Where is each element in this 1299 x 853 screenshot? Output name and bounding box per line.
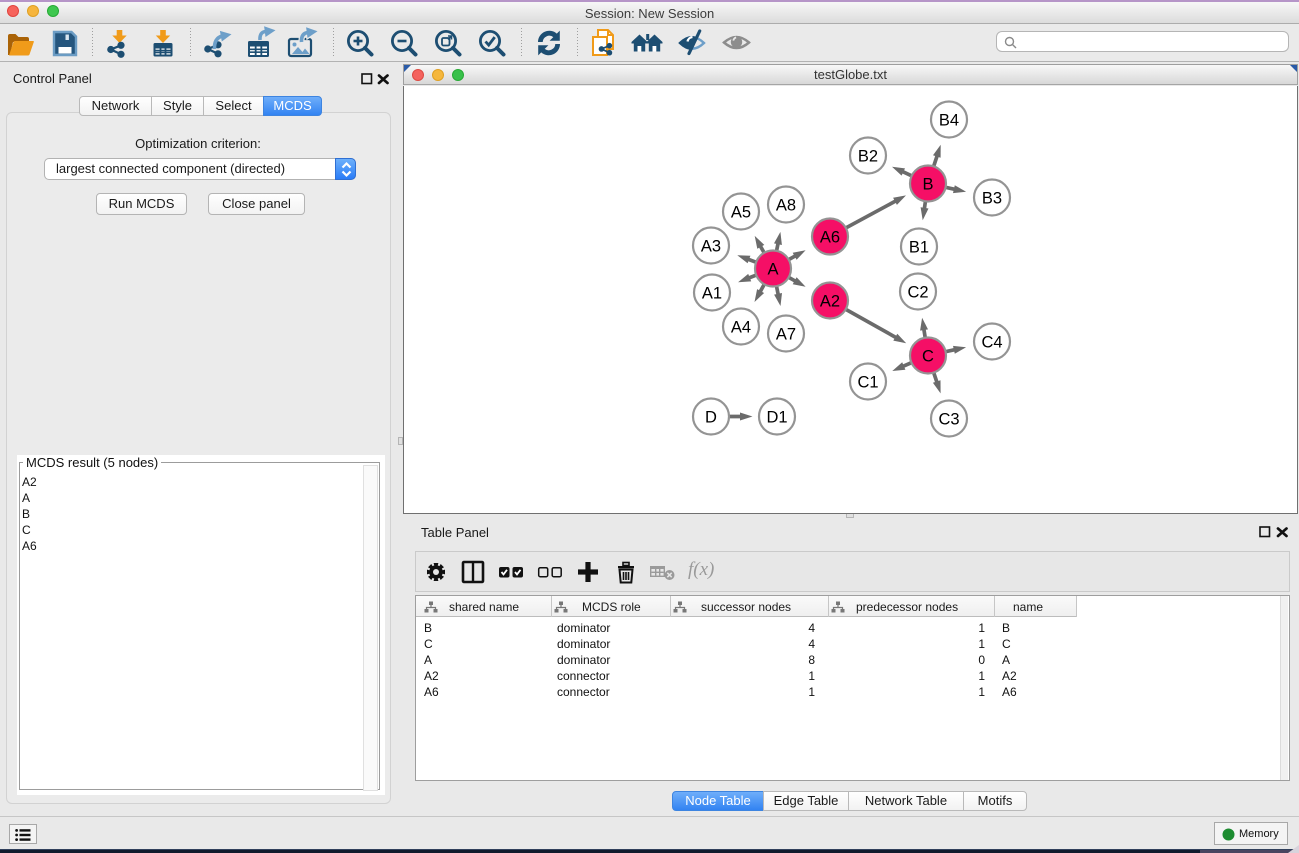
svg-text:C3: C3 (938, 411, 959, 429)
svg-text:A1: A1 (702, 285, 722, 303)
svg-text:A4: A4 (731, 319, 751, 337)
svg-text:C4: C4 (981, 334, 1002, 352)
svg-text:C2: C2 (907, 284, 928, 302)
svg-text:B: B (922, 176, 933, 194)
svg-text:B3: B3 (982, 190, 1002, 208)
svg-text:A8: A8 (776, 197, 796, 215)
svg-text:A2: A2 (820, 293, 840, 311)
svg-text:B2: B2 (858, 148, 878, 166)
svg-text:A: A (767, 261, 778, 279)
svg-text:B1: B1 (909, 239, 929, 257)
svg-text:A7: A7 (776, 326, 796, 344)
svg-text:B4: B4 (939, 112, 959, 130)
svg-text:C1: C1 (857, 374, 878, 392)
svg-text:A5: A5 (731, 204, 751, 222)
svg-text:A3: A3 (701, 238, 721, 256)
svg-text:C: C (922, 348, 934, 366)
svg-text:D1: D1 (766, 409, 787, 427)
svg-text:A6: A6 (820, 229, 840, 247)
svg-text:D: D (705, 409, 717, 427)
